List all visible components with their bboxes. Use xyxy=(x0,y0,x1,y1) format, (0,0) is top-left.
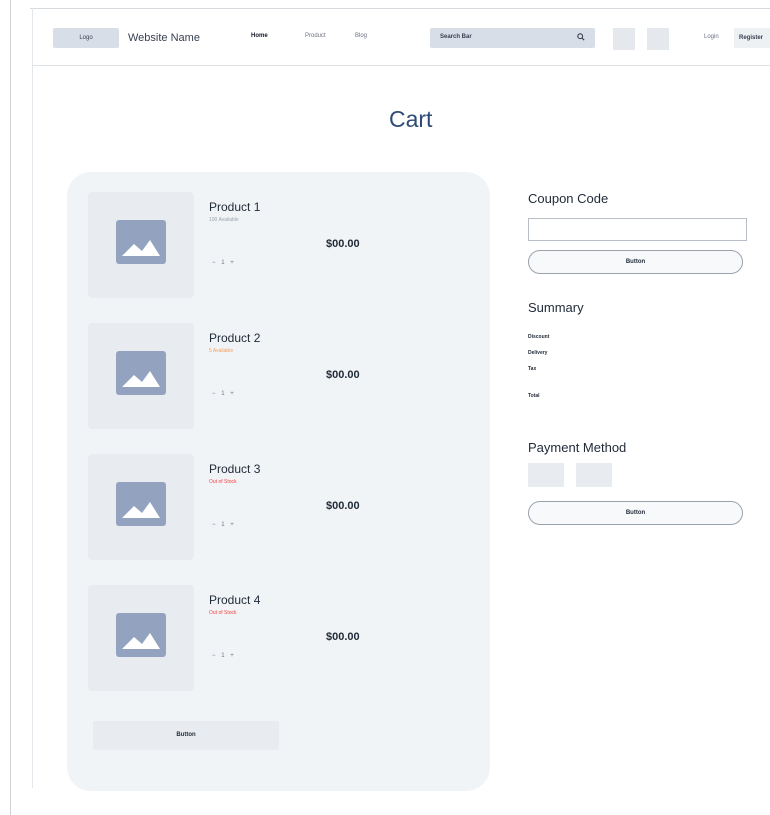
summary-delivery-label: Delivery xyxy=(528,350,548,356)
page-title: Cart xyxy=(389,106,433,132)
inner-frame-line xyxy=(32,8,33,788)
header-icon-button-1[interactable] xyxy=(613,28,635,50)
product-name[interactable]: Product 3 xyxy=(209,462,260,476)
summary-tax-label: Tax xyxy=(528,366,537,372)
quantity-stepper[interactable]: − 1 + xyxy=(212,522,236,528)
quantity-value: 1 xyxy=(221,653,227,659)
product-thumbnail[interactable] xyxy=(88,192,194,298)
increment-button[interactable]: + xyxy=(230,260,236,266)
summary-heading: Summary xyxy=(528,300,584,315)
product-price: $00.00 xyxy=(326,500,360,512)
nav-blog-link[interactable]: Blog xyxy=(355,33,367,39)
login-link[interactable]: Login xyxy=(704,34,719,40)
nav-product-link[interactable]: Product xyxy=(305,33,326,39)
search-bar[interactable]: Search Bar xyxy=(430,28,595,48)
header-icon-button-2[interactable] xyxy=(647,28,669,50)
cart-item: Product 2 5 Available − 1 + $00.00 xyxy=(88,323,368,435)
cart-item: Product 1 100 Available − 1 + $00.00 xyxy=(88,192,368,304)
product-thumbnail[interactable] xyxy=(88,454,194,560)
increment-button[interactable]: + xyxy=(230,653,236,659)
increment-button[interactable]: + xyxy=(230,522,236,528)
search-icon[interactable] xyxy=(577,33,585,41)
quantity-value: 1 xyxy=(221,522,227,528)
image-placeholder-icon xyxy=(116,613,166,657)
apply-coupon-button[interactable]: Button xyxy=(528,250,743,274)
summary-total-label: Total xyxy=(528,393,540,399)
product-price: $00.00 xyxy=(326,238,360,250)
stock-status: 5 Available xyxy=(209,348,234,354)
site-name[interactable]: Website Name xyxy=(128,32,200,44)
product-thumbnail[interactable] xyxy=(88,585,194,691)
cart-item: Product 3 Out of Stock − 1 + $00.00 xyxy=(88,454,368,566)
quantity-stepper[interactable]: − 1 + xyxy=(212,260,236,266)
stock-status: Out of Stock xyxy=(209,479,237,485)
cart-item: Product 4 Out of Stock − 1 + $00.00 xyxy=(88,585,368,697)
image-placeholder-icon xyxy=(116,220,166,264)
product-price: $00.00 xyxy=(326,631,360,643)
cart-action-button[interactable]: Button xyxy=(93,721,279,750)
top-frame-line xyxy=(30,8,770,9)
stock-status: Out of Stock xyxy=(209,610,237,616)
product-name[interactable]: Product 2 xyxy=(209,331,260,345)
payment-option-1[interactable] xyxy=(528,463,564,487)
left-frame-line xyxy=(10,0,11,815)
product-name[interactable]: Product 1 xyxy=(209,200,260,214)
quantity-value: 1 xyxy=(221,391,227,397)
image-placeholder-icon xyxy=(116,351,166,395)
product-thumbnail[interactable] xyxy=(88,323,194,429)
image-placeholder-icon xyxy=(116,482,166,526)
product-name[interactable]: Product 4 xyxy=(209,593,260,607)
quantity-stepper[interactable]: − 1 + xyxy=(212,391,236,397)
register-button[interactable]: Register xyxy=(734,28,770,48)
payment-heading: Payment Method xyxy=(528,440,627,455)
quantity-value: 1 xyxy=(221,260,227,266)
nav-home-link[interactable]: Home xyxy=(251,33,268,39)
decrement-button[interactable]: − xyxy=(212,653,218,659)
quantity-stepper[interactable]: − 1 + xyxy=(212,653,236,659)
coupon-heading: Coupon Code xyxy=(528,191,609,206)
product-price: $00.00 xyxy=(326,369,360,381)
logo-button[interactable]: Logo xyxy=(53,28,119,48)
search-placeholder: Search Bar xyxy=(440,34,472,40)
payment-option-2[interactable] xyxy=(576,463,612,487)
checkout-button[interactable]: Button xyxy=(528,501,743,525)
decrement-button[interactable]: − xyxy=(212,391,218,397)
coupon-code-input[interactable] xyxy=(528,218,747,241)
decrement-button[interactable]: − xyxy=(212,522,218,528)
decrement-button[interactable]: − xyxy=(212,260,218,266)
summary-discount-label: Discount xyxy=(528,334,550,340)
stock-status: 100 Available xyxy=(209,217,239,223)
increment-button[interactable]: + xyxy=(230,391,236,397)
site-header: Logo Website Name Home Product Blog Sear… xyxy=(33,10,770,66)
